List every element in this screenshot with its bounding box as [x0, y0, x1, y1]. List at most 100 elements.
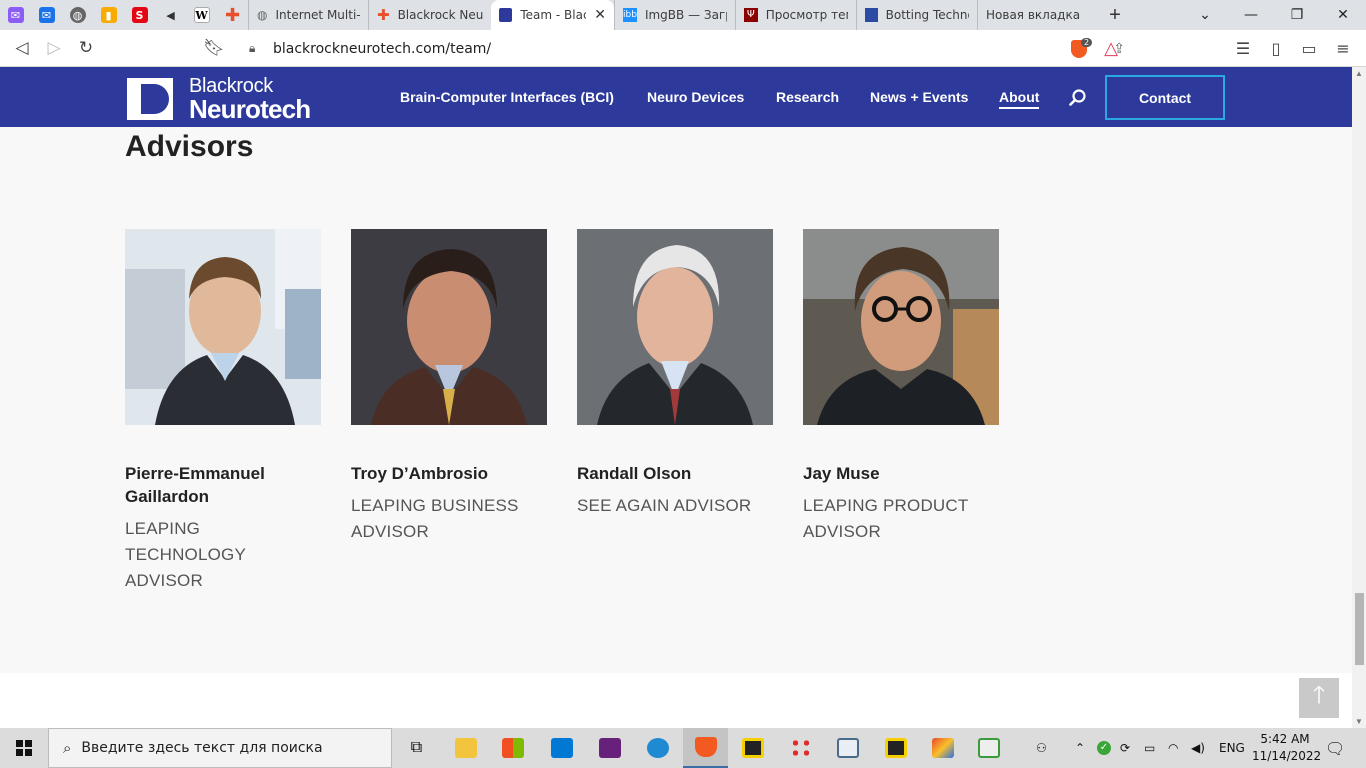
app-icon [884, 738, 907, 758]
reload-button[interactable]: ↻ [70, 32, 102, 64]
advisor-card[interactable]: Randall Olson SEE AGAIN ADVISOR [577, 229, 773, 519]
forward-button[interactable]: ▷ [38, 32, 70, 64]
app-button-3[interactable] [825, 728, 870, 768]
app-button-2[interactable] [778, 728, 823, 768]
edge-button[interactable] [635, 728, 680, 768]
nav-item-news-events[interactable]: News + Events [870, 89, 968, 105]
dots-app-icon [789, 738, 812, 758]
site-logo[interactable]: Blackrock Neurotech [127, 75, 311, 122]
tab-team-blackrock[interactable]: Team - Blac ✕ [491, 0, 614, 30]
wifi-icon[interactable]: ◠ [1168, 728, 1178, 768]
scroll-up-icon[interactable]: ▲ [1355, 69, 1363, 78]
globe-icon: ◍ [257, 8, 268, 22]
back-button[interactable]: ◁ [6, 32, 38, 64]
advisor-photo[interactable] [125, 229, 321, 425]
pinned-tab-globe[interactable]: ◍ [62, 0, 93, 30]
taskbar-search-input[interactable]: ⌕ Введите здесь текст для поиска [48, 728, 392, 768]
app-button-1[interactable] [730, 728, 775, 768]
app-button-5[interactable] [920, 728, 965, 768]
contact-button[interactable]: Contact [1105, 75, 1225, 120]
store-button[interactable] [490, 728, 535, 768]
sidebar-button[interactable]: ▯ [1259, 30, 1293, 67]
bookmark-icon: 🔖︎ [203, 38, 225, 58]
advisor-card[interactable]: Troy D’Ambrosio LEAPING BUSINESS ADVISOR [351, 229, 547, 545]
brave-rewards-button[interactable]: △ [1094, 30, 1128, 67]
nav-item-research[interactable]: Research [776, 89, 839, 105]
page-scrollbar[interactable]: ▲ ▼ [1352, 67, 1366, 728]
chart-app-icon [977, 738, 1000, 758]
scroll-down-icon[interactable]: ▼ [1355, 717, 1363, 726]
pinned-tab-wikipedia[interactable]: W [186, 0, 217, 30]
update-icon[interactable]: ⟳ [1120, 728, 1130, 768]
nav-item-about[interactable]: About [999, 89, 1040, 109]
pinned-tab-bank[interactable]: S [124, 0, 155, 30]
new-tab-button[interactable]: + [1100, 4, 1130, 27]
advisor-name[interactable]: Randall Olson [577, 462, 773, 485]
folder-icon [454, 738, 477, 758]
advisor-card[interactable]: Jay Muse LEAPING PRODUCT ADVISOR [803, 229, 999, 545]
nav-item-bci[interactable]: Brain-Computer Interfaces (BCI) [400, 89, 614, 105]
volume-icon[interactable]: ◀) [1191, 728, 1205, 768]
app-button-6[interactable] [966, 728, 1011, 768]
nav-item-neuro-devices[interactable]: Neuro Devices [647, 89, 744, 105]
pinned-tab-outlook[interactable]: ✉ [31, 0, 62, 30]
blackrock-logo-icon [127, 78, 173, 120]
tab-title: Blackrock Neuro [397, 8, 483, 22]
bookmark-button[interactable]: 🔖︎ [198, 32, 230, 64]
forward-arrow-icon: ▷ [47, 38, 61, 58]
menu-button[interactable]: ≡ [1326, 30, 1360, 67]
tab-internet-multi[interactable]: ◍ Internet Multi-S [248, 0, 368, 30]
security-check-icon[interactable]: ✓ [1097, 728, 1111, 768]
scrollbar-thumb[interactable] [1355, 593, 1364, 665]
close-window-button[interactable]: ✕ [1320, 0, 1366, 30]
rewards-triangle-icon: △ [1104, 38, 1118, 59]
tab-blackrock-neuro[interactable]: ✚ Blackrock Neuro [368, 0, 491, 30]
file-explorer-button[interactable] [443, 728, 488, 768]
battery-icon[interactable]: ▭ [1144, 728, 1155, 768]
minimize-button[interactable]: — [1228, 0, 1274, 30]
pinned-tab-analytics[interactable]: ▮ [93, 0, 124, 30]
start-button[interactable] [0, 728, 48, 768]
system-clock[interactable]: 5:42 AM 11/14/2022 [1252, 731, 1321, 765]
task-view-button[interactable]: ⧉ [394, 728, 439, 768]
pinned-tab-plus[interactable]: ✚ [217, 0, 248, 30]
advisor-photo[interactable] [577, 229, 773, 425]
advisor-photo[interactable] [351, 229, 547, 425]
advisor-name[interactable]: Pierre-Emmanuel Gaillardon [125, 462, 321, 508]
wallet-button[interactable]: ▭ [1292, 30, 1326, 67]
search-icon[interactable] [1069, 89, 1087, 107]
address-bar[interactable]: 🔒︎ blackrockneurotech.com/team/ ⇪ [237, 34, 1129, 63]
advisor-role: LEAPING PRODUCT ADVISOR [803, 496, 969, 541]
reading-list-button[interactable]: ☰ [1226, 30, 1260, 67]
logo-line-1: Blackrock [189, 75, 273, 97]
tab-botting-technology[interactable]: Botting Technol [856, 0, 977, 30]
show-hidden-icons-chevron-icon[interactable]: ⌃ [1075, 728, 1085, 768]
pinned-tab-proton-mail[interactable]: ✉ [0, 0, 31, 30]
app-icon [931, 738, 954, 758]
restore-button[interactable]: ❐ [1274, 0, 1320, 30]
arrow-up-icon: 🡑 [1312, 680, 1326, 709]
advisor-card[interactable]: Pierre-Emmanuel Gaillardon LEAPING TECHN… [125, 229, 321, 594]
pinned-tab-audio[interactable]: ◀ [155, 0, 186, 30]
advisor-name[interactable]: Troy D’Ambrosio [351, 462, 547, 485]
mail-app-button[interactable] [539, 728, 584, 768]
advisor-photo[interactable] [803, 229, 999, 425]
back-to-top-button[interactable]: 🡑 [1299, 678, 1339, 718]
tab-imgbb[interactable]: ibb ImgBB — Загру [614, 0, 735, 30]
people-icon[interactable]: ⚇ [1036, 728, 1047, 768]
tab-forum[interactable]: Ψ Просмотр тема [735, 0, 856, 30]
app-button-4[interactable] [873, 728, 918, 768]
tab-search-chevron-icon[interactable]: ⌄ [1182, 0, 1228, 30]
tab-new[interactable]: Новая вкладка [977, 0, 1100, 30]
clock-time: 5:42 AM [1260, 732, 1310, 746]
tab-title: Просмотр тема [765, 8, 848, 22]
language-indicator[interactable]: ENG [1219, 728, 1245, 768]
close-tab-icon[interactable]: ✕ [594, 7, 606, 23]
visual-studio-button[interactable] [587, 728, 632, 768]
brave-shields-button[interactable]: 2 [1062, 30, 1096, 67]
notifications-icon[interactable]: 🗨︎ [1325, 728, 1345, 768]
brave-browser-button[interactable] [683, 728, 728, 768]
brave-icon [694, 737, 717, 757]
advisor-name[interactable]: Jay Muse [803, 462, 999, 485]
plus-icon: ✚ [377, 6, 390, 24]
